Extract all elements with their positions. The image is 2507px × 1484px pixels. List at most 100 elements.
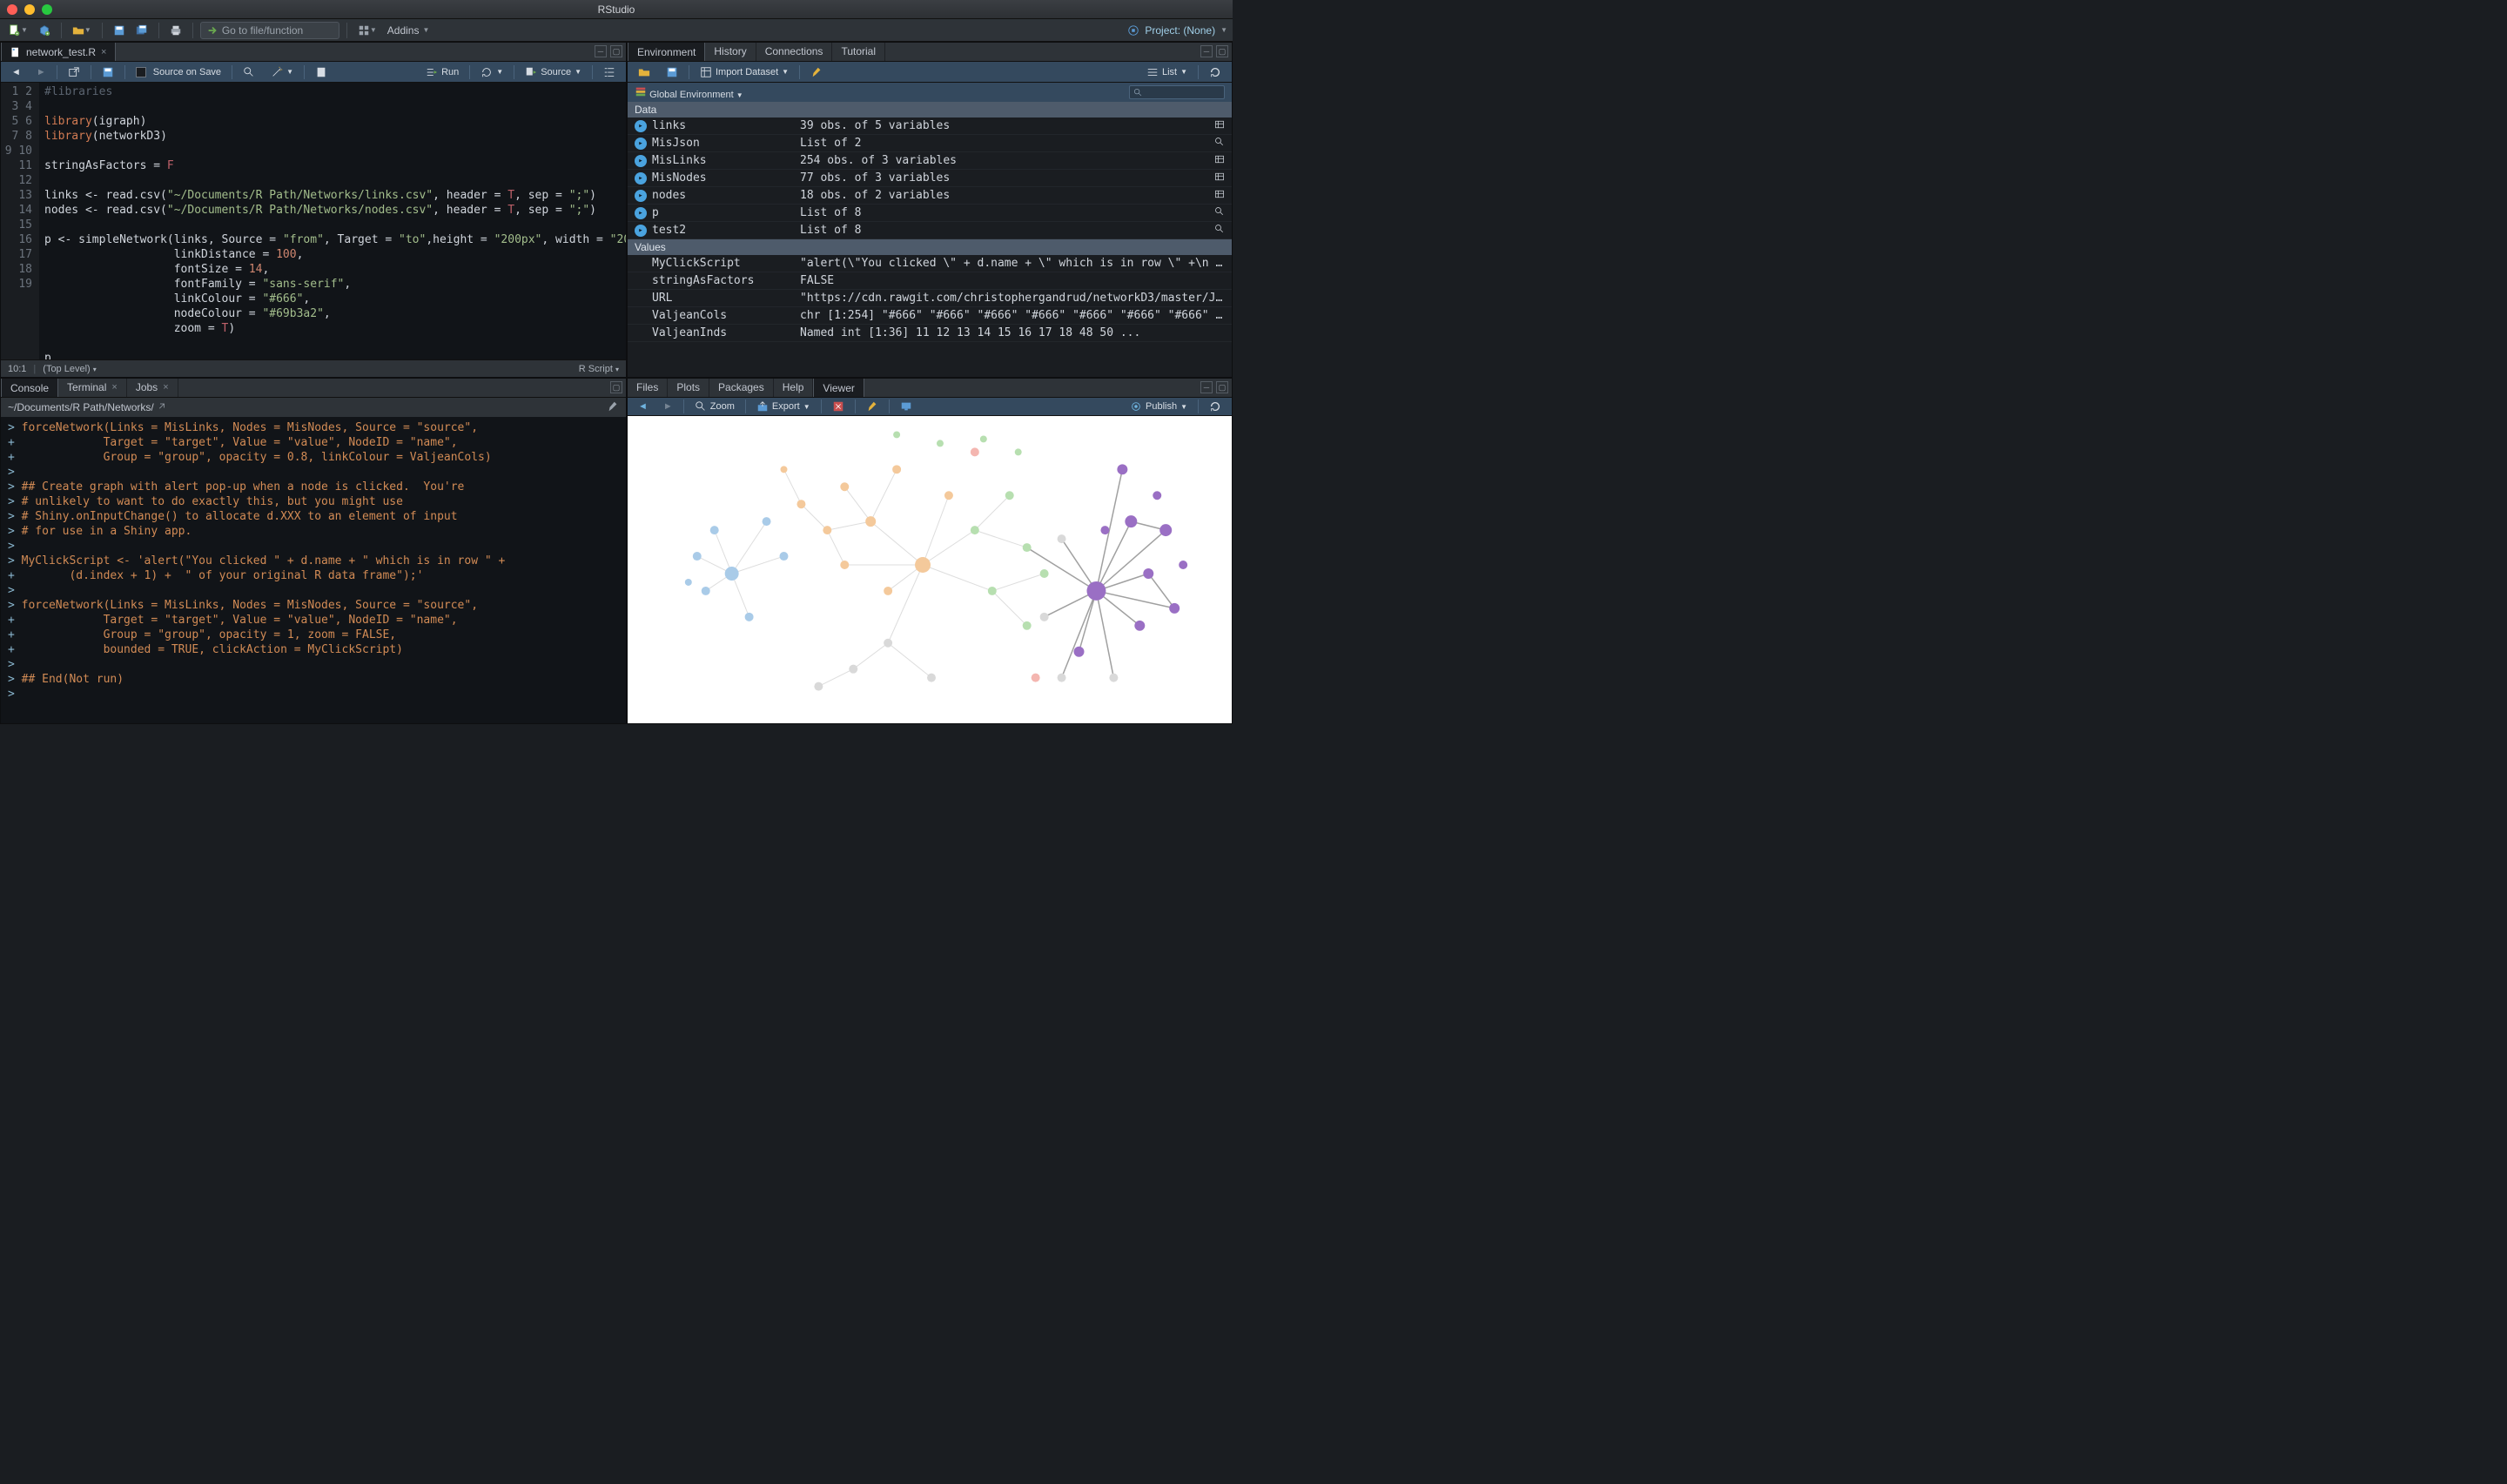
env-search-input[interactable] bbox=[1129, 85, 1225, 99]
maximize-pane-button[interactable]: ▢ bbox=[610, 45, 622, 57]
outline-button[interactable] bbox=[598, 64, 621, 81]
tab-connections[interactable]: Connections bbox=[756, 42, 833, 61]
expand-icon[interactable]: ▸ bbox=[635, 225, 647, 237]
env-value-row[interactable]: URL"https://cdn.rawgit.com/christopherga… bbox=[628, 290, 1232, 307]
env-var-action[interactable] bbox=[1209, 224, 1225, 238]
env-var-action[interactable] bbox=[1209, 171, 1225, 185]
tab-files[interactable]: Files bbox=[628, 378, 668, 397]
minimize-pane-button[interactable]: ─ bbox=[1200, 45, 1213, 57]
list-grid-toggle[interactable]: List ▼ bbox=[1141, 64, 1193, 81]
env-data-row[interactable]: ▸MisJsonList of 2 bbox=[628, 135, 1232, 152]
open-file-button[interactable]: ▼ bbox=[69, 22, 95, 39]
load-workspace-button[interactable] bbox=[633, 64, 655, 81]
env-data-row[interactable]: ▸links39 obs. of 5 variables bbox=[628, 118, 1232, 135]
env-data-row[interactable]: ▸test2List of 8 bbox=[628, 222, 1232, 239]
env-data-row[interactable]: ▸MisLinks254 obs. of 3 variables bbox=[628, 152, 1232, 170]
expand-icon[interactable]: ▸ bbox=[635, 155, 647, 167]
nav-fwd-button[interactable]: ► bbox=[31, 64, 51, 81]
save-file-button[interactable] bbox=[97, 64, 119, 81]
env-var-action[interactable] bbox=[1209, 189, 1225, 203]
new-file-button[interactable]: ▼ bbox=[5, 22, 31, 39]
addins-menu[interactable]: Addins ▼ bbox=[384, 22, 434, 39]
window-minimize-button[interactable] bbox=[24, 4, 35, 15]
save-workspace-button[interactable] bbox=[661, 64, 683, 81]
maximize-pane-button[interactable]: ▢ bbox=[1216, 381, 1228, 393]
env-var-action[interactable] bbox=[1209, 206, 1225, 220]
source-script-button[interactable]: Source ▼ bbox=[520, 64, 587, 81]
source-on-save-toggle[interactable]: Source on Save bbox=[131, 64, 226, 81]
goto-file-function-input[interactable]: Go to file/function bbox=[200, 22, 339, 39]
tab-terminal[interactable]: Terminal × bbox=[58, 378, 127, 397]
goto-placeholder: Go to file/function bbox=[222, 24, 303, 37]
env-scope-selector[interactable]: Global Environment ▼ bbox=[635, 85, 743, 100]
tab-help[interactable]: Help bbox=[774, 378, 814, 397]
env-var-action[interactable] bbox=[1209, 119, 1225, 133]
rerun-button[interactable]: ▼ bbox=[475, 64, 508, 81]
goto-wd-icon[interactable] bbox=[158, 401, 168, 414]
tools-grid-button[interactable]: ▼ bbox=[354, 22, 380, 39]
run-button[interactable]: Run bbox=[420, 64, 464, 81]
tab-history[interactable]: History bbox=[705, 42, 756, 61]
expand-icon[interactable]: ▸ bbox=[635, 207, 647, 219]
env-var-action[interactable] bbox=[1209, 154, 1225, 168]
minimize-pane-button[interactable]: ─ bbox=[595, 45, 607, 57]
refresh-env-button[interactable] bbox=[1204, 64, 1227, 81]
env-value-row[interactable]: ValjeanIndsNamed int [1:36] 11 12 13 14 … bbox=[628, 325, 1232, 342]
remove-viewer-button[interactable] bbox=[827, 398, 850, 415]
compile-report-button[interactable] bbox=[310, 64, 333, 81]
project-menu[interactable]: Project: (None) ▼ bbox=[1127, 24, 1227, 37]
refresh-viewer-button[interactable] bbox=[1204, 398, 1227, 415]
find-replace-button[interactable] bbox=[238, 64, 260, 81]
expand-icon[interactable]: ▸ bbox=[635, 138, 647, 150]
tab-packages[interactable]: Packages bbox=[709, 378, 774, 397]
scope-selector[interactable]: (Top Level) ▾ bbox=[43, 364, 97, 374]
new-project-button[interactable] bbox=[35, 22, 54, 39]
nav-back-button[interactable]: ◄ bbox=[6, 64, 26, 81]
viewer-back-button[interactable]: ◄ bbox=[633, 398, 653, 415]
close-terminal-icon[interactable]: × bbox=[111, 382, 117, 393]
code-body[interactable]: #libraries library(igraph) library(netwo… bbox=[39, 83, 626, 359]
tab-console[interactable]: Console bbox=[1, 378, 58, 397]
show-in-new-window-button[interactable] bbox=[63, 64, 85, 81]
code-tools-button[interactable]: ▼ bbox=[265, 64, 299, 81]
tab-jobs[interactable]: Jobs × bbox=[127, 378, 178, 397]
window-maximize-button[interactable] bbox=[42, 4, 52, 15]
publish-button[interactable]: Publish ▼ bbox=[1125, 398, 1193, 415]
maximize-pane-button[interactable]: ▢ bbox=[610, 381, 622, 393]
env-data-row[interactable]: ▸nodes18 obs. of 2 variables bbox=[628, 187, 1232, 205]
clear-console-button[interactable] bbox=[607, 400, 619, 415]
env-data-row[interactable]: ▸pList of 8 bbox=[628, 205, 1232, 222]
env-value-row[interactable]: stringAsFactorsFALSE bbox=[628, 272, 1232, 290]
close-jobs-icon[interactable]: × bbox=[163, 382, 168, 393]
file-type-selector[interactable]: R Script ▾ bbox=[579, 364, 619, 374]
console-output[interactable]: > forceNetwork(Links = MisLinks, Nodes =… bbox=[1, 417, 626, 723]
save-button[interactable] bbox=[110, 22, 129, 39]
minimize-pane-button[interactable]: ─ bbox=[1200, 381, 1213, 393]
tab-plots[interactable]: Plots bbox=[668, 378, 709, 397]
expand-icon[interactable]: ▸ bbox=[635, 172, 647, 185]
env-var-action[interactable] bbox=[1209, 137, 1225, 151]
source-tab-file[interactable]: network_test.R × bbox=[1, 42, 116, 61]
export-button[interactable]: Export ▼ bbox=[751, 398, 816, 415]
print-button[interactable] bbox=[166, 22, 185, 39]
zoom-button[interactable]: Zoom bbox=[689, 398, 740, 415]
tab-tutorial[interactable]: Tutorial bbox=[832, 42, 885, 61]
save-all-button[interactable] bbox=[132, 22, 151, 39]
maximize-pane-button[interactable]: ▢ bbox=[1216, 45, 1228, 57]
env-value-row[interactable]: MyClickScript"alert(\"You clicked \" + d… bbox=[628, 255, 1232, 272]
viewer-fwd-button[interactable]: ► bbox=[658, 398, 678, 415]
close-tab-icon[interactable]: × bbox=[101, 47, 106, 57]
clear-workspace-button[interactable] bbox=[805, 64, 828, 81]
tab-environment[interactable]: Environment bbox=[628, 42, 705, 61]
clear-viewer-button[interactable] bbox=[861, 398, 884, 415]
code-editor[interactable]: 1 2 3 4 5 6 7 8 9 10 11 12 13 14 15 16 1… bbox=[1, 83, 626, 359]
tab-viewer[interactable]: Viewer bbox=[813, 378, 864, 397]
env-value-row[interactable]: ValjeanColschr [1:254] "#666" "#666" "#6… bbox=[628, 307, 1232, 325]
window-close-button[interactable] bbox=[7, 4, 17, 15]
expand-icon[interactable]: ▸ bbox=[635, 190, 647, 202]
expand-icon[interactable]: ▸ bbox=[635, 120, 647, 132]
sync-viewer-button[interactable] bbox=[895, 398, 917, 415]
viewer-canvas[interactable] bbox=[628, 416, 1232, 724]
import-dataset-button[interactable]: Import Dataset ▼ bbox=[695, 64, 794, 81]
env-data-row[interactable]: ▸MisNodes77 obs. of 3 variables bbox=[628, 170, 1232, 187]
